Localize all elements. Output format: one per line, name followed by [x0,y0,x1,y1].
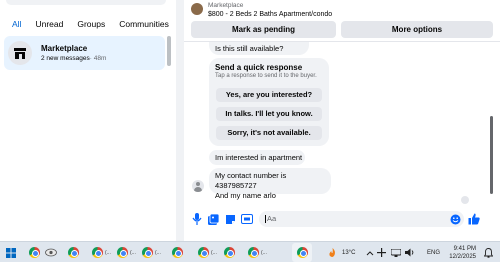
taskbar-chrome-5[interactable]: (... [142,245,161,260]
list-scrollbar[interactable] [167,36,171,66]
tray-expand-icon[interactable] [366,242,374,262]
emoji-icon[interactable] [449,213,461,225]
microphone-icon[interactable] [191,213,203,225]
conversation-name: Marketplace [41,44,88,53]
storefront-icon [8,41,32,65]
conversation-list-panel: All Unread Groups Communities Marketplac… [0,0,172,241]
taskbar-chrome-6[interactable] [172,245,183,260]
taskbar-label: (... [261,249,267,256]
panel-divider [176,0,184,241]
conversation-item-marketplace[interactable]: Marketplace 2 new messages· 48m [4,36,165,70]
gif-icon[interactable] [241,213,253,225]
quick-response-subtitle: Tap a response to send it to the buyer. [215,73,317,79]
filter-groups[interactable]: Groups [71,14,111,34]
chat-scrollbar[interactable] [490,116,493,194]
chrome-icon [29,247,40,258]
filter-tabs: All Unread Groups Communities [6,14,175,34]
taskbar-chrome-4[interactable]: (... [117,245,136,260]
taskbar-chrome-3[interactable]: (... [92,245,111,260]
chrome-icon [68,247,79,258]
conversation-preview: 2 new messages· 48m [41,55,106,62]
message-contact: My contact number is 4387985727 And my n… [209,168,331,200]
clock-date: 12/2/2025 [449,253,476,260]
mark-pending-button[interactable]: Mark as pending [191,21,336,38]
quick-reply-not-available-button[interactable]: Sorry, it's not available. [216,126,322,140]
add-icon[interactable] [377,242,386,262]
taskbar-label: (... [105,249,111,256]
temperature: 13°C [342,249,356,256]
quick-reply-in-talks-button[interactable]: In talks. I'll let you know. [216,107,322,121]
message-availability: Is this still available? [209,42,309,55]
preview-text: 2 new messages [41,55,90,62]
chrome-icon [117,247,128,258]
chrome-icon [92,247,103,258]
listing-avatar[interactable] [191,3,203,15]
preview-time: · 48m [89,55,107,62]
listing-title[interactable]: $800 - 2 Beds 2 Baths Apartment/condo [208,11,332,18]
chrome-icon [296,247,308,258]
chrome-icon [142,247,153,258]
taskbar-label: (... [130,249,136,256]
taskbar-app-eye[interactable] [45,245,57,260]
taskbar-chrome-active[interactable] [292,243,312,262]
input-language[interactable]: ENG [427,242,440,262]
chrome-icon [224,247,235,258]
message-contact-line1: My contact number is 4387985727 [215,171,287,190]
eye-icon [45,248,57,257]
chat-panel: Marketplace $800 - 2 Beds 2 Baths Apartm… [184,0,500,241]
messenger-window: All Unread Groups Communities Marketplac… [0,0,500,262]
chrome-icon [172,247,183,258]
quick-response-title: Send a quick response [215,63,303,72]
quick-response-card: Send a quick response Tap a response to … [209,58,329,146]
seen-indicator-avatar [461,196,469,204]
chat-title: Marketplace [208,2,244,9]
sender-avatar[interactable] [192,180,204,192]
clock[interactable]: 9:41 PM 12/2/2025 [444,242,476,262]
message-input[interactable]: Aa [259,211,464,227]
message-interest: Im interested in apartment [209,150,305,165]
clock-time: 9:41 PM [453,245,476,252]
more-options-button[interactable]: More options [341,21,493,38]
volume-icon[interactable] [405,242,415,262]
filter-all[interactable]: All [6,14,28,34]
chrome-icon [248,247,259,258]
quick-reply-yes-button[interactable]: Yes, are you interested? [216,88,322,102]
sticker-icon[interactable] [224,213,236,225]
taskbar-chrome-1[interactable] [29,245,40,260]
weather-widget[interactable]: 13°C [327,242,355,262]
thumbs-up-icon[interactable] [468,213,480,225]
taskbar-label: (... [211,249,217,256]
start-button[interactable] [6,245,16,260]
network-icon[interactable] [391,242,401,262]
filter-communities[interactable]: Communities [113,14,175,34]
taskbar-chrome-8[interactable] [224,245,235,260]
taskbar-label: (... [155,249,161,256]
taskbar-chrome-2[interactable] [68,245,79,260]
weather-icon [329,248,335,257]
windows-taskbar: (... (... (... (... (... 13°C ENG 9:41 P… [0,241,500,262]
taskbar-chrome-7[interactable]: (... [198,245,217,260]
message-input-placeholder: Aa [267,214,277,223]
taskbar-chrome-9[interactable]: (... [248,245,267,260]
chrome-icon [198,247,209,258]
search-area-edge [6,0,166,5]
message-contact-line2: And my name arlo [215,191,276,200]
photo-icon[interactable] [207,213,219,225]
notification-icon[interactable] [484,242,493,262]
filter-unread[interactable]: Unread [29,14,69,34]
